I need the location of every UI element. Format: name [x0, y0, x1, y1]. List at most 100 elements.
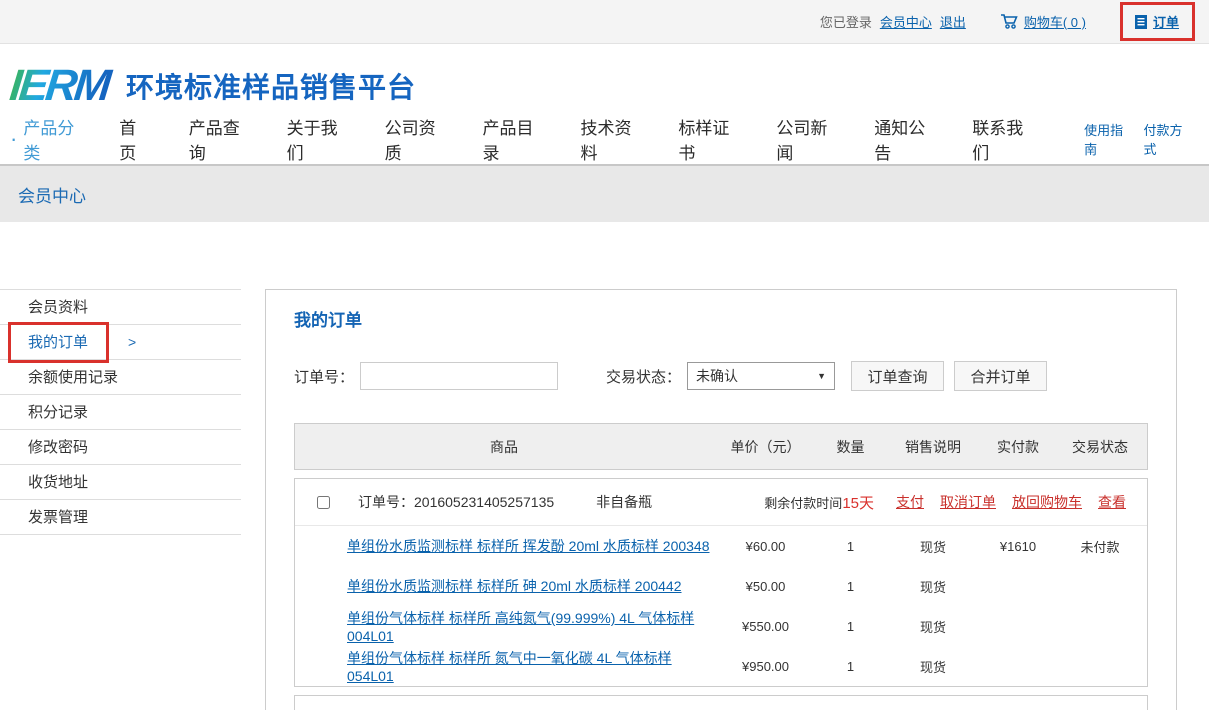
- logout-link[interactable]: 退出: [940, 12, 966, 31]
- column-header: 商品: [295, 437, 713, 457]
- product-link[interactable]: 单组份气体标样 标样所 高纯氮气(99.999%) 4L 气体标样 004L01: [347, 610, 694, 644]
- order-highlight-box[interactable]: 订单: [1120, 2, 1195, 41]
- order-action-link[interactable]: 支付: [896, 492, 924, 512]
- nav-right-links: 使用指南付款方式: [1070, 120, 1189, 158]
- sidebar-item-label: 收货地址: [28, 474, 88, 491]
- member-center-link[interactable]: 会员中心: [880, 12, 932, 31]
- product-cell: 单组份水质监测标样 标样所 挥发酚 20ml 水质标样 200348: [295, 536, 713, 556]
- price-cell: ¥60.00: [713, 539, 818, 554]
- nav-item[interactable]: 标样证书: [678, 114, 735, 164]
- bottle-note: 非自备瓶: [596, 492, 652, 512]
- order-action-link[interactable]: 取消订单: [940, 492, 996, 512]
- merge-orders-button[interactable]: 合并订单: [954, 361, 1047, 391]
- order-checkbox[interactable]: [317, 496, 330, 509]
- order-header-row: 订单号：201605231405257135 非自备瓶 剩余付款时间15天 支付取消订…: [295, 479, 1147, 526]
- main-nav: · 产品分类 首页产品查询关于我们公司资质产品目录技术资料标样证书公司新闻通知公…: [10, 114, 1209, 164]
- sale-note-cell: 现货: [883, 577, 983, 596]
- sidebar-item-label: 余额使用记录: [28, 369, 118, 386]
- cart-icon: [1000, 13, 1019, 30]
- nav-item[interactable]: 关于我们: [287, 114, 344, 164]
- page-title: 我的订单: [294, 306, 1148, 331]
- content: 会员资料我的订单> 余额使用记录积分记录修改密码收货地址发票管理 我的订单 订单号…: [0, 222, 1209, 710]
- remaining-days: 15天: [842, 492, 874, 513]
- nav-items: 首页产品查询关于我们公司资质产品目录技术资料标样证书公司新闻通知公告联系我们: [119, 114, 1070, 164]
- logo-title: 环境标准样品销售平台: [126, 66, 416, 106]
- order-item-row: 单组份水质监测标样 标样所 砷 20ml 水质标样 200442 ¥50.001现…: [295, 566, 1147, 606]
- nav-item[interactable]: 公司新闻: [776, 114, 833, 164]
- order-block: 订单号：201605171217098691非自备瓶查看: [294, 695, 1148, 710]
- nav-item[interactable]: 公司资质: [385, 114, 442, 164]
- sidebar-item-label: 发票管理: [28, 509, 88, 526]
- qty-cell: 1: [818, 579, 883, 594]
- paid-cell: ¥1610: [983, 539, 1053, 554]
- column-header: 单价（元）: [713, 437, 818, 457]
- order-no-label: 订单号：: [294, 366, 354, 387]
- nav-item[interactable]: 首页: [119, 114, 147, 164]
- sidebar-item-label: 我的订单: [28, 334, 88, 351]
- order-action-link[interactable]: 放回购物车: [1012, 492, 1082, 512]
- nav-right-link[interactable]: 付款方式: [1144, 120, 1189, 158]
- topbar: 您已登录 会员中心 退出 购物车( 0 ) 订单: [0, 0, 1209, 44]
- nav-right-link[interactable]: 使用指南: [1084, 120, 1129, 158]
- breadcrumb-band: 会员中心: [0, 164, 1209, 222]
- search-orders-button[interactable]: 订单查询: [851, 361, 944, 391]
- sidebar: 会员资料我的订单> 余额使用记录积分记录修改密码收货地址发票管理: [0, 289, 241, 710]
- order-actions: 剩余付款时间15天 支付取消订单放回购物车查看: [764, 492, 1126, 513]
- product-link[interactable]: 单组份水质监测标样 标样所 挥发酚 20ml 水质标样 200348: [347, 538, 710, 554]
- nav-item[interactable]: 联系我们: [972, 114, 1029, 164]
- product-cell: 单组份气体标样 标样所 氮气中一氧化碳 4L 气体标样 054L01: [295, 648, 713, 684]
- status-cell: 未付款: [1053, 537, 1147, 556]
- column-header: 交易状态: [1053, 437, 1147, 457]
- sidebar-item[interactable]: 余额使用记录: [0, 360, 241, 395]
- qty-cell: 1: [818, 539, 883, 554]
- orders-panel: 我的订单 订单号： 交易状态： 未确认 ▼ 订单查询 合并订单 商品单价（元）数…: [265, 289, 1177, 710]
- order-no-input[interactable]: [360, 362, 558, 390]
- product-link[interactable]: 单组份气体标样 标样所 氮气中一氧化碳 4L 气体标样 054L01: [347, 650, 672, 684]
- nav-item[interactable]: 产品目录: [483, 114, 540, 164]
- product-link[interactable]: 单组份水质监测标样 标样所 砷 20ml 水质标样 200442: [347, 578, 682, 594]
- order-header-row: 订单号：201605171217098691非自备瓶查看: [295, 696, 1147, 710]
- remaining-time-label: 剩余付款时间: [764, 493, 842, 512]
- order-no-label: 订单号：201605231405257135: [358, 492, 554, 512]
- status-label: 交易状态：: [606, 366, 681, 387]
- sidebar-item[interactable]: 修改密码: [0, 430, 241, 465]
- status-select[interactable]: 未确认 ▼: [687, 362, 835, 390]
- sidebar-item[interactable]: 发票管理: [0, 500, 241, 535]
- nav-item[interactable]: 产品查询: [189, 114, 246, 164]
- sale-note-cell: 现货: [883, 537, 983, 556]
- order-item-row: 单组份水质监测标样 标样所 挥发酚 20ml 水质标样 200348¥60.00…: [295, 526, 1147, 566]
- qty-cell: 1: [818, 659, 883, 674]
- product-cell: 单组份水质监测标样 标样所 砷 20ml 水质标样 200442: [295, 576, 713, 596]
- sidebar-item[interactable]: 积分记录: [0, 395, 241, 430]
- nav-product-category[interactable]: · 产品分类: [10, 114, 83, 164]
- product-cell: 单组份气体标样 标样所 高纯氮气(99.999%) 4L 气体标样 004L01: [295, 608, 713, 644]
- sidebar-item[interactable]: 收货地址: [0, 465, 241, 500]
- logo: IERM 环境标准样品销售平台: [10, 58, 1209, 114]
- order-link[interactable]: 订单: [1153, 12, 1179, 31]
- order-action-link[interactable]: 查看: [1098, 492, 1126, 512]
- filter-row: 订单号： 交易状态： 未确认 ▼ 订单查询 合并订单: [294, 361, 1148, 391]
- sale-note-cell: 现货: [883, 617, 983, 636]
- breadcrumb: 会员中心: [18, 182, 86, 207]
- cart-group[interactable]: 购物车( 0 ): [1000, 12, 1086, 31]
- orders-table-header: 商品单价（元）数量销售说明实付款交易状态: [294, 423, 1148, 470]
- orders-list: 订单号：201605231405257135 非自备瓶 剩余付款时间15天 支付取消订…: [294, 478, 1148, 710]
- column-header: 实付款: [983, 437, 1053, 457]
- sidebar-item[interactable]: 会员资料: [0, 290, 241, 325]
- order-list-icon: [1134, 14, 1148, 30]
- chevron-down-icon: ▼: [817, 371, 826, 381]
- login-status: 您已登录: [820, 12, 872, 31]
- logo-brand: IERM: [7, 61, 116, 111]
- column-header: 销售说明: [883, 437, 983, 457]
- nav-item[interactable]: 技术资料: [580, 114, 637, 164]
- sidebar-item-label: 修改密码: [28, 439, 88, 456]
- sidebar-item[interactable]: 我的订单>: [0, 325, 241, 360]
- nav-item[interactable]: 通知公告: [874, 114, 931, 164]
- qty-cell: 1: [818, 619, 883, 634]
- price-cell: ¥950.00: [713, 659, 818, 674]
- sidebar-item-label: 会员资料: [28, 299, 88, 316]
- cart-link[interactable]: 购物车( 0 ): [1024, 12, 1086, 31]
- order-item-row: 单组份气体标样 标样所 氮气中一氧化碳 4L 气体标样 054L01 ¥950.0…: [295, 646, 1147, 686]
- price-cell: ¥50.00: [713, 579, 818, 594]
- order-item-row: 单组份气体标样 标样所 高纯氮气(99.999%) 4L 气体标样 004L01…: [295, 606, 1147, 646]
